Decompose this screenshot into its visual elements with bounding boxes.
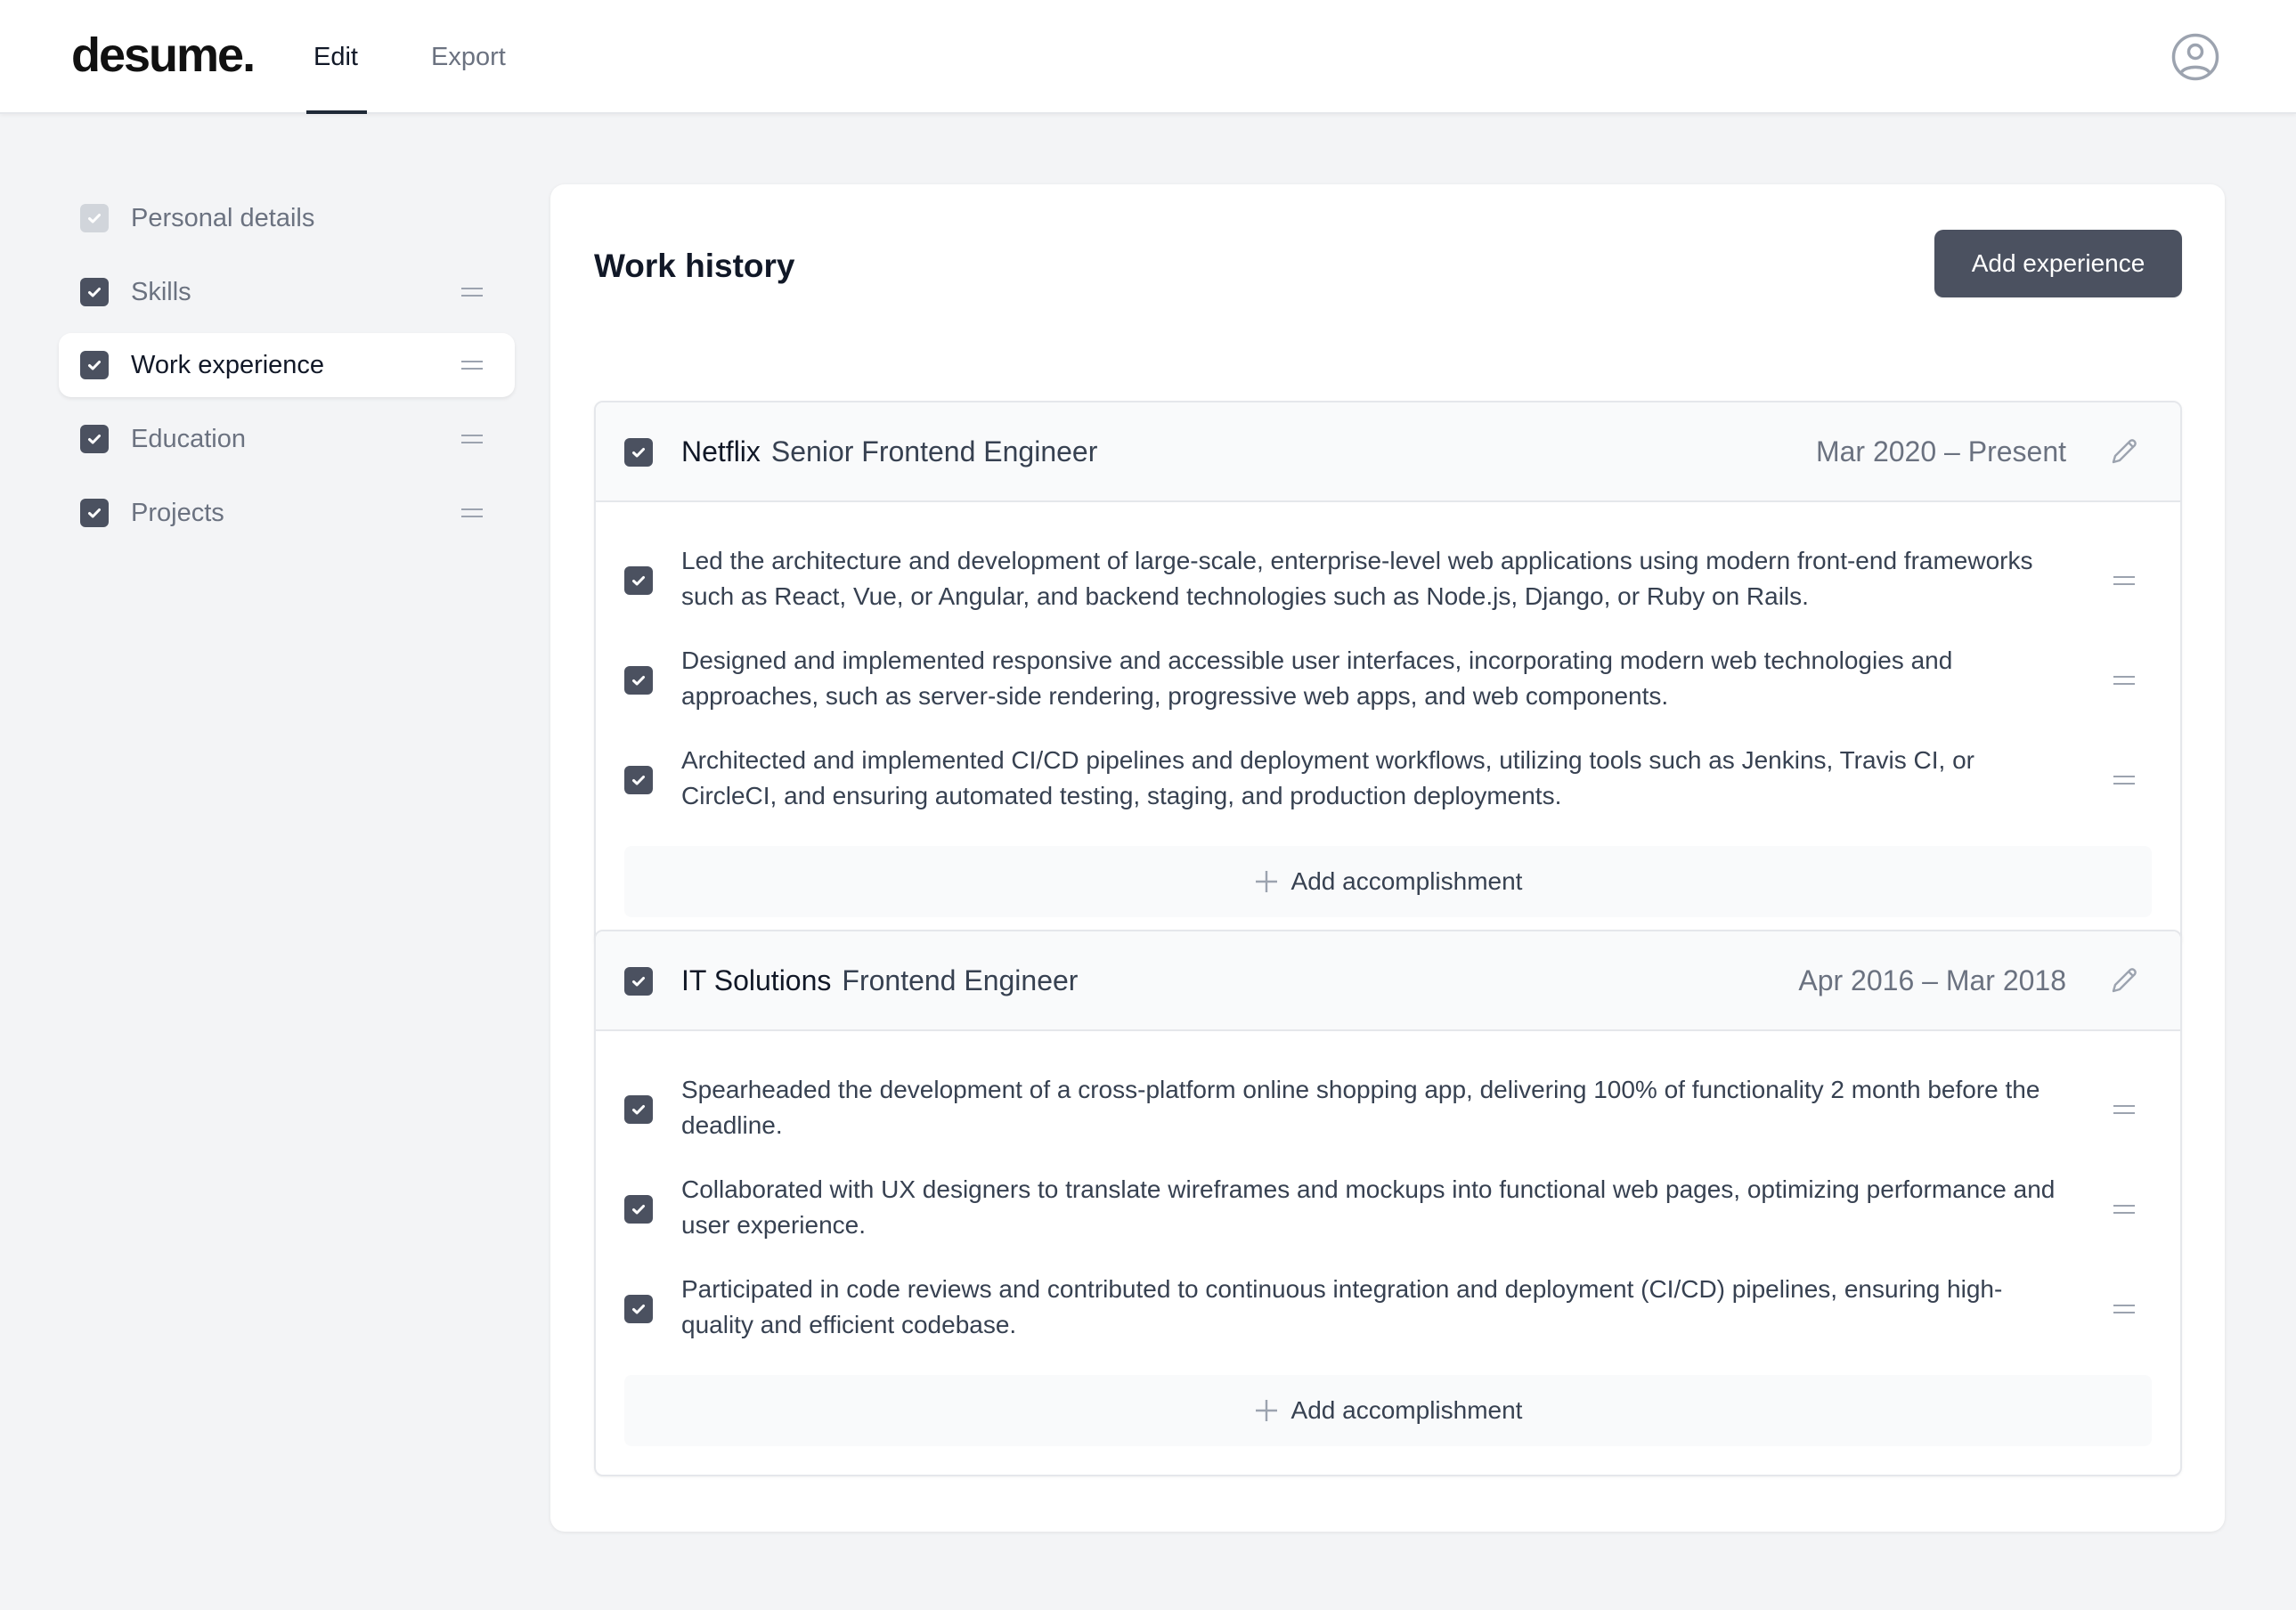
sidebar-item-label: Personal details (131, 204, 315, 232)
drag-handle-icon[interactable] (461, 358, 483, 372)
accomplishment-list: Spearheaded the development of a cross-p… (596, 1031, 2180, 1359)
add-experience-button[interactable]: Add experience (1934, 230, 2182, 297)
accomplishment-item: Spearheaded the development of a cross-p… (596, 1060, 2180, 1159)
pencil-icon[interactable] (2107, 436, 2139, 468)
drag-handle-icon[interactable] (2113, 1202, 2135, 1216)
sidebar-item-education[interactable]: Education (59, 407, 515, 471)
accomplishment-item: Participated in code reviews and contrib… (596, 1259, 2180, 1359)
check-icon (632, 1205, 645, 1215)
drag-handle-icon[interactable] (461, 285, 483, 299)
sidebar-item-label: Skills (131, 278, 191, 306)
job-card-it-solutions: IT Solutions Frontend Engineer Apr 2016 –… (594, 930, 2182, 1476)
tab-export[interactable]: Export (431, 39, 506, 75)
work-history-panel: Work history Add experience Netflix Senio… (550, 184, 2225, 1532)
check-icon (88, 435, 101, 444)
check-icon (632, 676, 645, 686)
add-accomplishment-label: Add accomplishment (1290, 1396, 1523, 1424)
accomplishment-text[interactable]: Spearheaded the development of a cross-p… (681, 1072, 2071, 1143)
section-checkbox[interactable] (80, 499, 109, 527)
check-icon (632, 1105, 645, 1115)
job-checkbox[interactable] (624, 438, 653, 467)
drag-handle-icon[interactable] (2113, 773, 2135, 787)
sidebar-item-projects[interactable]: Projects (59, 481, 515, 545)
drag-handle-icon[interactable] (461, 432, 483, 446)
tab-edit[interactable]: Edit (313, 39, 358, 75)
job-dates: Mar 2020 – Present (1815, 435, 2066, 468)
accomplishment-checkbox[interactable] (624, 666, 653, 695)
add-accomplishment-button[interactable]: Add accomplishment (624, 1375, 2152, 1446)
drag-handle-icon[interactable] (461, 506, 483, 520)
check-icon (88, 361, 101, 370)
logo[interactable]: desume. (71, 27, 256, 84)
section-checkbox[interactable] (80, 425, 109, 453)
sidebar-item-label: Education (131, 425, 246, 453)
accomplishment-item: Collaborated with UX designers to transl… (596, 1159, 2180, 1259)
user-avatar-button[interactable] (2171, 33, 2219, 81)
sidebar-item-work-experience[interactable]: Work experience (59, 333, 515, 397)
check-icon (632, 776, 645, 785)
job-role: Frontend Engineer (842, 964, 1079, 996)
sidebar-item-label: Work experience (131, 351, 325, 379)
check-icon (632, 977, 645, 987)
sidebar-item-personal-details[interactable]: Personal details (59, 186, 515, 250)
accomplishment-checkbox[interactable] (624, 1195, 653, 1224)
drag-handle-icon[interactable] (2113, 1302, 2135, 1316)
check-icon (88, 508, 101, 518)
sidebar-item-skills[interactable]: Skills (59, 260, 515, 324)
section-checkbox[interactable] (80, 278, 109, 306)
accomplishment-list: Led the architecture and development of … (596, 502, 2180, 830)
accomplishment-checkbox[interactable] (624, 766, 653, 794)
accomplishment-item: Architected and implemented CI/CD pipeli… (596, 730, 2180, 830)
drag-handle-icon[interactable] (2113, 673, 2135, 687)
accomplishment-checkbox[interactable] (624, 566, 653, 595)
page-title: Work history (594, 248, 795, 284)
add-accomplishment-label: Add accomplishment (1290, 867, 1523, 895)
job-checkbox[interactable] (624, 967, 653, 996)
job-card-netflix: Netflix Senior Frontend Engineer Mar 2020… (594, 401, 2182, 947)
accomplishment-item: Designed and implemented responsive and … (596, 630, 2180, 730)
job-header: Netflix Senior Frontend Engineer Mar 2020… (596, 402, 2180, 502)
accomplishment-checkbox[interactable] (624, 1095, 653, 1124)
job-company: Netflix (681, 435, 761, 468)
job-title-line: Netflix Senior Frontend Engineer (681, 434, 1097, 469)
job-company: IT Solutions (681, 964, 832, 996)
accomplishment-text[interactable]: Led the architecture and development of … (681, 543, 2071, 614)
accomplishment-checkbox[interactable] (624, 1295, 653, 1323)
plus-icon (1254, 869, 1279, 894)
check-icon (632, 448, 645, 458)
section-checkbox[interactable] (80, 351, 109, 379)
job-dates: Apr 2016 – Mar 2018 (1798, 964, 2066, 996)
check-icon (632, 1305, 645, 1314)
section-checkbox (80, 204, 109, 232)
pencil-icon[interactable] (2107, 965, 2139, 997)
add-accomplishment-button[interactable]: Add accomplishment (624, 846, 2152, 917)
check-icon (88, 288, 101, 297)
accomplishment-item: Led the architecture and development of … (596, 531, 2180, 630)
plus-icon (1254, 1398, 1279, 1423)
user-circle-icon (2171, 33, 2219, 81)
job-header: IT Solutions Frontend Engineer Apr 2016 –… (596, 931, 2180, 1031)
active-tab-indicator (306, 110, 367, 114)
drag-handle-icon[interactable] (2113, 573, 2135, 588)
top-header: desume. Edit Export (0, 0, 2296, 114)
drag-handle-icon[interactable] (2113, 1102, 2135, 1117)
accomplishment-text[interactable]: Designed and implemented responsive and … (681, 643, 2071, 714)
job-role: Senior Frontend Engineer (770, 435, 1098, 468)
accomplishment-text[interactable]: Architected and implemented CI/CD pipeli… (681, 743, 2071, 814)
accomplishment-text[interactable]: Collaborated with UX designers to transl… (681, 1172, 2071, 1243)
check-icon (88, 214, 101, 224)
check-icon (632, 576, 645, 586)
job-title-line: IT Solutions Frontend Engineer (681, 963, 1078, 998)
accomplishment-text[interactable]: Participated in code reviews and contrib… (681, 1272, 2071, 1343)
sidebar-item-label: Projects (131, 499, 224, 527)
